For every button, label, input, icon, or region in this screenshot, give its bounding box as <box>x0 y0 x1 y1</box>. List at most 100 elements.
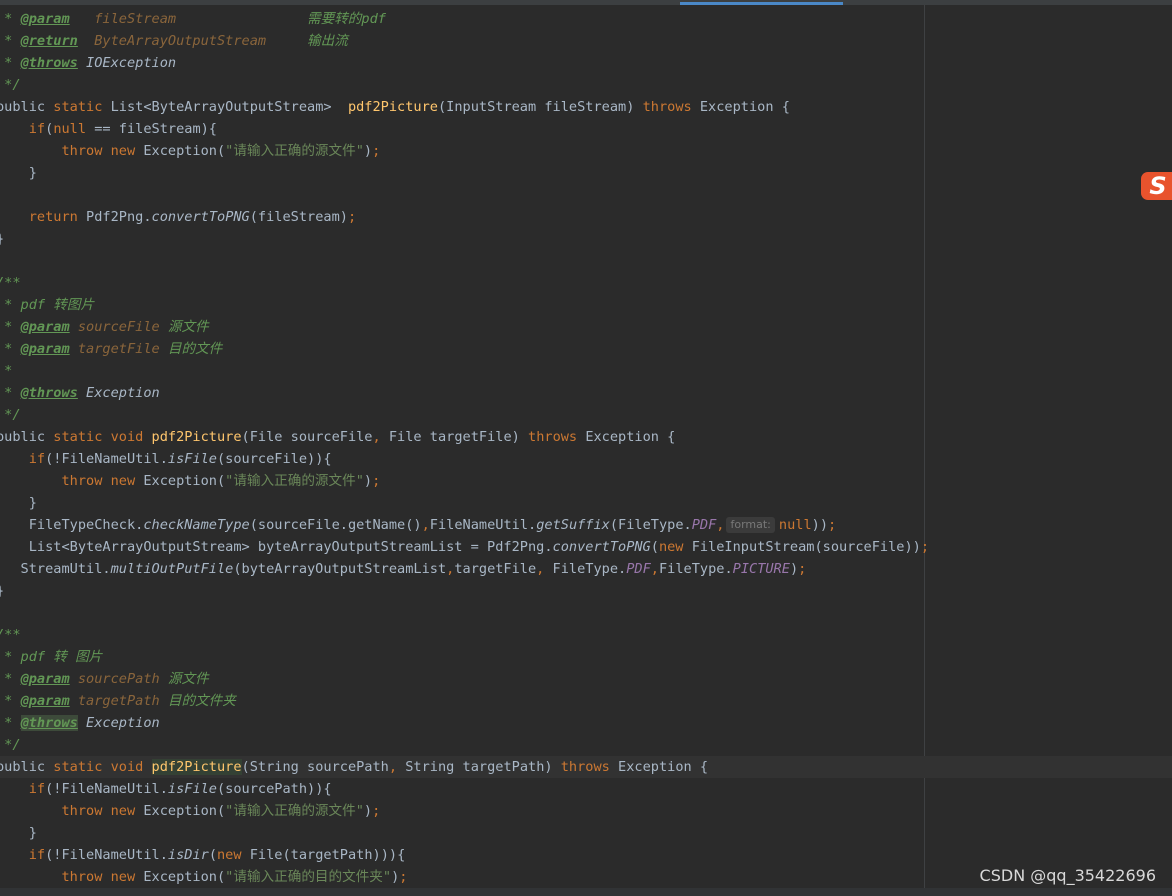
code-line[interactable]: throw new Exception("请输入正确的源文件"); <box>0 470 1172 492</box>
code-line[interactable]: } <box>0 822 1172 844</box>
code-line[interactable]: FileTypeCheck.checkNameType(sourceFile.g… <box>0 514 1172 536</box>
code-line[interactable]: */ <box>0 734 1172 756</box>
punctuation: , <box>716 517 725 533</box>
code-line[interactable]: */ <box>0 74 1172 96</box>
keyword: static void <box>53 759 152 775</box>
code-editor[interactable]: * @param fileStream 需要转的pdf * @return By… <box>0 8 1172 888</box>
comment-text: */ <box>4 737 21 753</box>
code-line[interactable]: /** <box>0 272 1172 294</box>
code-line[interactable]: public static void pdf2Picture(String so… <box>0 756 1172 778</box>
punctuation: ; <box>828 517 837 533</box>
code-line[interactable]: public static List<ByteArrayOutputStream… <box>0 96 1172 118</box>
code-line[interactable] <box>0 250 1172 272</box>
code-text: Pdf2Png. <box>86 209 152 225</box>
string-literal: "请输入正确的源文件" <box>225 143 364 159</box>
keyword: throw new <box>61 473 144 489</box>
code-text: } <box>0 583 4 599</box>
string-literal: "请输入正确的源文件" <box>225 803 364 819</box>
code-line[interactable]: * pdf 转 图片 <box>0 646 1172 668</box>
javadoc-tag: @throws <box>20 385 78 401</box>
code-line[interactable]: * @throws Exception <box>0 712 1172 734</box>
punctuation: ; <box>920 539 930 555</box>
comment-text: 目的文件 <box>159 341 223 357</box>
code-text: (File sourceFile <box>241 429 373 445</box>
javadoc-tag: @param <box>20 319 70 335</box>
code-text: } <box>0 165 37 181</box>
code-text: (FileType. <box>609 517 692 533</box>
code-text: (sourceFile.getName() <box>249 517 422 533</box>
comment-text: * <box>4 363 13 379</box>
code-line[interactable]: if(!FileNameUtil.isDir(new File(targetPa… <box>0 844 1172 866</box>
code-line[interactable]: throw new Exception("请输入正确的源文件"); <box>0 800 1172 822</box>
punctuation: ; <box>798 561 807 577</box>
code-text: (!FileNameUtil. <box>45 781 168 797</box>
code-text: targetFile <box>454 561 537 577</box>
code-line[interactable]: * @throws IOException <box>0 52 1172 74</box>
javadoc-tag: @param <box>20 693 70 709</box>
code-text: StreamUtil. <box>0 561 111 577</box>
code-line[interactable]: } <box>0 580 1172 602</box>
javadoc-param-name: targetFile <box>69 341 160 357</box>
punctuation: ; <box>399 869 408 885</box>
tab-scroll-indicator[interactable] <box>680 2 843 5</box>
code-text: FileTypeCheck. <box>0 517 144 533</box>
punctuation: , <box>650 561 659 577</box>
code-line[interactable]: } <box>0 492 1172 514</box>
code-line[interactable]: * @param sourcePath 源文件 <box>0 668 1172 690</box>
constant: PDF <box>691 517 717 533</box>
horizontal-scrollbar[interactable] <box>0 888 1172 896</box>
code-line[interactable]: * @param targetFile 目的文件 <box>0 338 1172 360</box>
code-line[interactable]: throw new Exception("请输入正确的源文件"); <box>0 140 1172 162</box>
comment-text: * <box>4 33 13 49</box>
code-line[interactable]: if(null == fileStream){ <box>0 118 1172 140</box>
code-line[interactable] <box>0 602 1172 624</box>
comment-text: 输出流 <box>266 33 348 49</box>
code-text: FileType. <box>658 561 733 577</box>
code-text: Exception( <box>143 143 226 159</box>
code-line[interactable]: * @param sourceFile 源文件 <box>0 316 1172 338</box>
code-line[interactable] <box>0 184 1172 206</box>
javadoc-tag: @param <box>20 671 70 687</box>
code-line[interactable]: public static void pdf2Picture(File sour… <box>0 426 1172 448</box>
code-text: public <box>0 429 54 445</box>
code-text: File targetFile) <box>388 429 529 445</box>
code-line[interactable]: * @param fileStream 需要转的pdf <box>0 8 1172 30</box>
code-line[interactable]: List<ByteArrayOutputStream> byteArrayOut… <box>0 536 1172 558</box>
comment-text: * <box>4 671 13 687</box>
comment-text: * pdf 转 图片 <box>0 649 103 665</box>
code-text: ) <box>789 561 799 577</box>
code-line[interactable]: } <box>0 228 1172 250</box>
code-line[interactable]: */ <box>0 404 1172 426</box>
code-line[interactable]: /** <box>0 624 1172 646</box>
code-line[interactable]: * <box>0 360 1172 382</box>
javadoc-class-ref: Exception <box>86 385 160 401</box>
code-line[interactable]: * @return ByteArrayOutputStream 输出流 <box>0 30 1172 52</box>
code-line[interactable]: StreamUtil.multiOutPutFile(byteArrayOutp… <box>0 558 1172 580</box>
code-line[interactable]: * pdf 转图片 <box>0 294 1172 316</box>
code-text: ( <box>208 847 217 863</box>
comment-text: * <box>4 693 13 709</box>
code-text: List<ByteArrayOutputStream> <box>110 99 348 115</box>
keyword: throws <box>642 99 700 115</box>
code-text: Exception { <box>699 99 790 115</box>
code-line[interactable]: * @throws Exception <box>0 382 1172 404</box>
code-line[interactable]: } <box>0 162 1172 184</box>
code-line[interactable]: * @param targetPath 目的文件夹 <box>0 690 1172 712</box>
code-line[interactable]: return Pdf2Png.convertToPNG(fileStream); <box>0 206 1172 228</box>
constant: PDF <box>626 561 651 577</box>
code-text: public <box>0 759 54 775</box>
code-text: (!FileNameUtil. <box>45 451 168 467</box>
javadoc-param-name: sourcePath <box>69 671 160 687</box>
code-text: (sourcePath)){ <box>217 781 332 797</box>
code-text: ) <box>363 803 373 819</box>
code-line[interactable]: if(!FileNameUtil.isFile(sourceFile)){ <box>0 448 1172 470</box>
sogou-ime-icon[interactable]: S <box>1141 172 1172 200</box>
code-line[interactable]: if(!FileNameUtil.isFile(sourcePath)){ <box>0 778 1172 800</box>
method-name: pdf2Picture <box>151 429 242 445</box>
static-method-call: isDir <box>167 847 209 863</box>
